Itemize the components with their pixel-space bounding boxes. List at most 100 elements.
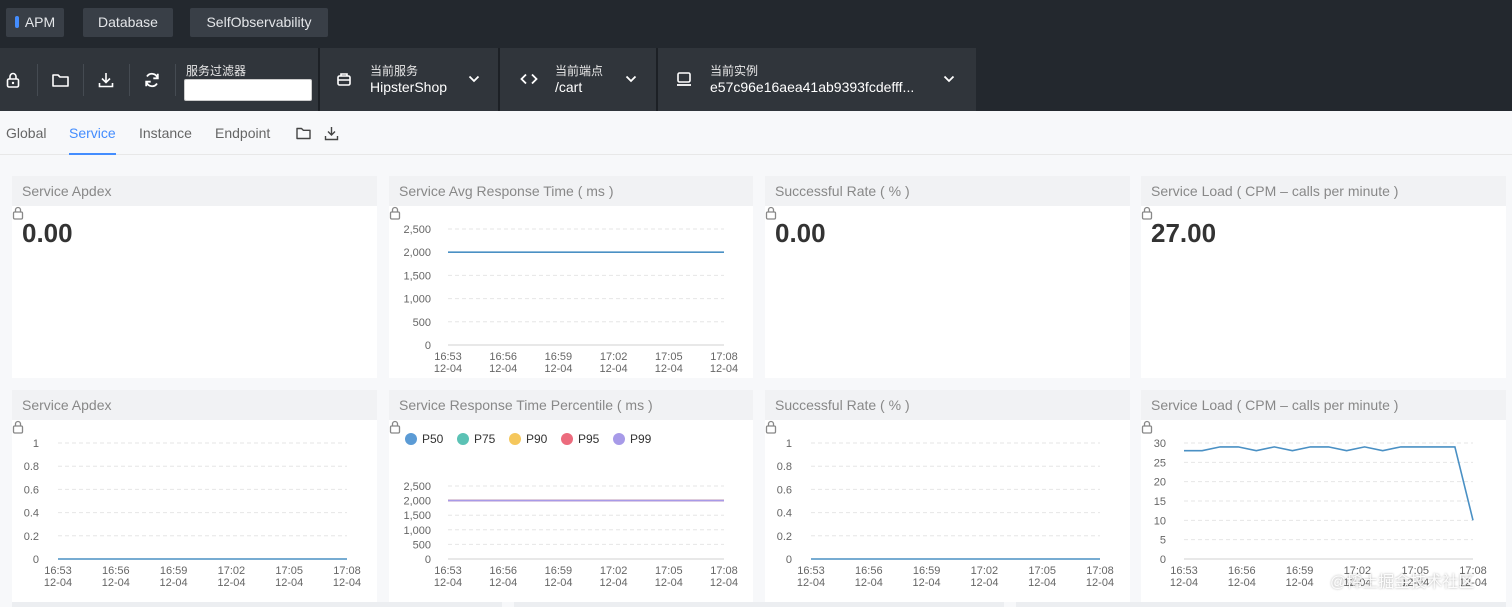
nav-tab-database[interactable]: Database: [83, 8, 173, 37]
current-endpoint-label: 当前端点: [555, 64, 604, 78]
x-tick-label: 17:08: [333, 565, 361, 577]
x-tick-date-label: 12-04: [544, 577, 572, 589]
y-tick-label: 0.8: [24, 461, 39, 473]
panel-header: Service Apdex: [12, 176, 377, 220]
legend-label[interactable]: P90: [526, 432, 548, 446]
x-tick-date-label: 12-04: [1286, 577, 1314, 589]
x-tick-label: 16:59: [545, 351, 573, 363]
panel-successful-rate: Successful Rate ( % ) 0.00: [765, 176, 1130, 378]
x-tick-date-label: 12-04: [489, 363, 517, 375]
legend-label[interactable]: P95: [578, 432, 600, 446]
x-tick-date-label: 12-04: [102, 577, 130, 589]
service-filter-input[interactable]: [184, 79, 312, 101]
x-tick-label: 16:56: [1228, 565, 1256, 577]
legend-marker: [613, 433, 625, 445]
watermark: @稀土掘金技术社区: [1330, 574, 1475, 591]
x-tick-label: 16:59: [913, 565, 941, 577]
refresh-icon[interactable]: [129, 48, 175, 111]
lock-icon[interactable]: [0, 48, 36, 111]
panel-header: Service Avg Response Time ( ms ): [389, 176, 753, 220]
panel-title: Service Apdex: [22, 183, 112, 199]
panel-header: Service Response Time Percentile ( ms ): [389, 390, 753, 434]
active-indicator: [14, 16, 19, 28]
tab-instance[interactable]: Instance: [139, 111, 192, 155]
avg-response-time-chart: 2,5002,0001,5001,000500016:5312-0416:561…: [403, 224, 738, 375]
tab-service[interactable]: Service: [69, 111, 116, 155]
legend-label[interactable]: P75: [474, 432, 496, 446]
x-tick-label: 16:56: [489, 565, 517, 577]
endpoint-selector[interactable]: 当前端点 /cart: [500, 48, 656, 111]
y-tick-label: 15: [1154, 496, 1166, 508]
x-tick-label: 16:56: [489, 351, 517, 363]
tab-global[interactable]: Global: [6, 111, 46, 155]
panel-title: Service Response Time Percentile ( ms ): [399, 397, 653, 413]
download-icon[interactable]: [324, 126, 339, 141]
panel-avg-response-time: Service Avg Response Time ( ms ) 2,500 2,…: [389, 176, 753, 378]
y-tick-label: 20: [1154, 477, 1166, 489]
x-tick-label: 17:08: [710, 565, 738, 577]
legend-label[interactable]: P99: [630, 432, 652, 446]
x-tick-date-label: 12-04: [333, 577, 361, 589]
y-tick-label: 5: [1160, 535, 1166, 547]
y-tick-label: 1: [786, 438, 792, 450]
x-tick-label: 17:02: [600, 351, 628, 363]
folder-icon[interactable]: [296, 127, 311, 140]
x-tick-date-label: 12-04: [1086, 577, 1114, 589]
x-tick-date-label: 12-04: [217, 577, 245, 589]
download-icon[interactable]: [83, 48, 129, 111]
y-tick-label: 0.4: [777, 508, 792, 520]
x-tick-label: 16:53: [1170, 565, 1198, 577]
nav-tab-label: APM: [24, 14, 56, 30]
tab-endpoint[interactable]: Endpoint: [215, 111, 270, 155]
y-tick-label: 1: [33, 438, 39, 450]
top-navigation: APM Database SelfObservability: [0, 0, 1512, 48]
x-tick-date-label: 12-04: [434, 363, 462, 375]
x-tick-date-label: 12-04: [970, 577, 998, 589]
current-service-value: HipsterShop: [370, 79, 448, 95]
nav-tab-apm[interactable]: APM: [6, 8, 64, 37]
y-tick-label: 0.6: [777, 484, 792, 496]
y-tick-label: 0.2: [777, 531, 792, 543]
chevron-down-icon: [468, 75, 480, 83]
x-tick-date-label: 12-04: [797, 577, 825, 589]
panel-header: Service Load ( CPM – calls per minute ): [1141, 390, 1506, 434]
x-tick-label: 16:56: [102, 565, 130, 577]
y-tick-label: 0: [33, 554, 39, 566]
instance-selector[interactable]: 当前实例 e57c96e16aea41ab9393fcdefff...: [658, 48, 976, 111]
x-tick-date-label: 12-04: [1028, 577, 1056, 589]
metric-value: 27.00: [1151, 218, 1217, 248]
toolbar-empty-area: [976, 48, 1512, 111]
legend-marker: [561, 433, 573, 445]
x-tick-date-label: 12-04: [600, 363, 628, 375]
current-endpoint-value: /cart: [555, 79, 583, 95]
panel-successful-rate-chart: Successful Rate ( % ) 1 0.8 0.6 0.4 0.2 0 16:5…: [765, 390, 1130, 602]
y-tick-label: 2,000: [403, 247, 431, 259]
x-tick-date-label: 12-04: [44, 577, 72, 589]
y-tick-label: 0: [786, 554, 792, 566]
service-selector[interactable]: 当前服务 HipsterShop: [320, 48, 498, 111]
legend-label[interactable]: P50: [422, 432, 444, 446]
x-tick-date-label: 12-04: [710, 577, 738, 589]
panel-service-apdex: Service Apdex 0.00: [12, 176, 377, 378]
x-tick-label: 16:59: [1286, 565, 1314, 577]
y-tick-label: 500: [413, 317, 431, 329]
legend-marker: [405, 433, 417, 445]
y-tick-label: 0.2: [24, 531, 39, 543]
nav-tab-label: SelfObservability: [206, 14, 312, 30]
x-tick-label: 16:59: [160, 565, 188, 577]
x-tick-label: 17:08: [1086, 565, 1114, 577]
x-tick-date-label: 12-04: [275, 577, 303, 589]
x-tick-label: 16:53: [434, 351, 462, 363]
panel-title: Successful Rate ( % ): [775, 183, 910, 199]
percentile-chart: 2,5002,0001,5001,000500016:5312-0416:561…: [403, 432, 738, 589]
x-tick-label: 17:05: [1028, 565, 1056, 577]
folder-icon[interactable]: [37, 48, 83, 111]
y-tick-label: 1,500: [403, 270, 431, 282]
x-tick-label: 17:05: [275, 565, 303, 577]
y-tick-label: 25: [1154, 457, 1166, 469]
y-tick-label: 0: [425, 554, 431, 566]
y-tick-label: 30: [1154, 438, 1166, 450]
nav-tab-selfobservability[interactable]: SelfObservability: [190, 8, 328, 37]
next-row-panel: [514, 602, 1004, 607]
dashboard-tabs: Global Service Instance Endpoint: [0, 111, 1512, 155]
